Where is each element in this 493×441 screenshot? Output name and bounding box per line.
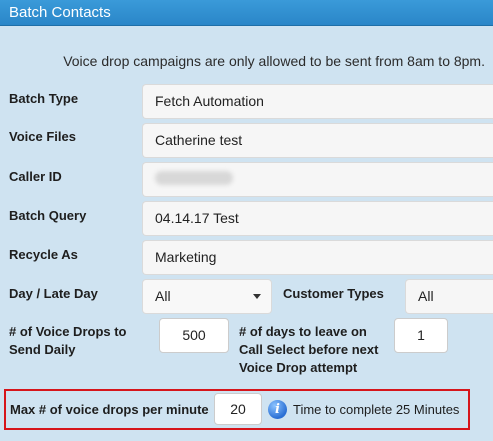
voice-drops-daily-input[interactable]: 500 [159,318,229,353]
panel-header: Batch Contacts [0,0,493,26]
voice-files-field[interactable]: Catherine test [142,123,493,158]
batch-query-label: Batch Query [9,208,87,223]
day-late-day-value: All [155,288,171,304]
batch-type-label: Batch Type [9,91,79,106]
time-to-complete-text: Time to complete 25 Minutes [293,402,460,417]
day-late-day-label: Day / Late Day [9,286,98,301]
customer-types-select[interactable]: All [405,279,493,314]
customer-types-label: Customer Types [283,286,384,301]
batch-type-field[interactable]: Fetch Automation [142,84,493,119]
voice-files-label: Voice Files [9,129,76,144]
recycle-as-label: Recycle As [9,247,78,262]
info-icon[interactable]: i [268,400,287,419]
days-to-leave-label: # of days to leave on Call Select before… [239,324,379,375]
batch-query-field[interactable]: 04.14.17 Test [142,201,493,236]
max-per-minute-input[interactable]: 20 [214,393,262,425]
chevron-down-icon [253,294,261,299]
caller-id-redacted [155,171,233,185]
panel-title: Batch Contacts [9,4,111,21]
recycle-as-field[interactable]: Marketing [142,240,493,275]
max-per-minute-label: Max # of voice drops per minute [10,402,209,417]
voice-drops-daily-label: # of Voice Drops to Send Daily [9,324,127,357]
time-restriction-notice: Voice drop campaigns are only allowed to… [63,53,485,69]
caller-id-label: Caller ID [9,169,62,184]
day-late-day-select[interactable]: All [142,279,272,314]
days-to-leave-input[interactable]: 1 [394,318,448,353]
